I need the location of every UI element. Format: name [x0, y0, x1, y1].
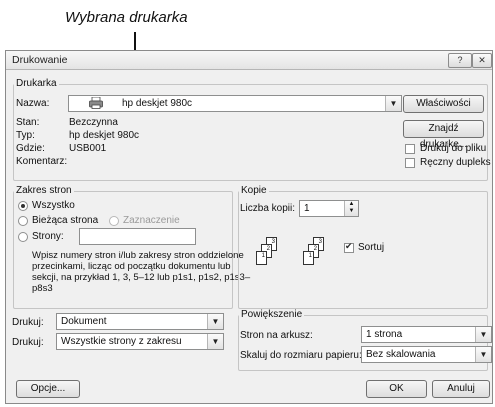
- print-scope-label: Drukuj:: [12, 337, 44, 348]
- pages-per-sheet-label: Stron na arkusz:: [240, 330, 313, 341]
- close-button[interactable]: ✕: [472, 53, 492, 68]
- print-what-label: Drukuj:: [12, 317, 44, 328]
- chevron-down-icon[interactable]: ▼: [207, 314, 223, 329]
- title-bar: Drukowanie ? ✕: [6, 51, 492, 70]
- close-icon: ✕: [478, 55, 486, 65]
- page-icon: 1: [303, 251, 314, 265]
- printer-name-label: Nazwa:: [16, 98, 50, 109]
- chevron-down-icon[interactable]: ▼: [385, 96, 401, 111]
- help-button[interactable]: ?: [448, 53, 472, 68]
- collate-label: Sortuj: [358, 242, 385, 253]
- range-current-label: Bieżąca strona: [32, 215, 99, 226]
- printer-comment-label: Komentarz:: [16, 156, 68, 167]
- range-current-radio[interactable]: [18, 216, 28, 226]
- range-all-radio[interactable]: [18, 201, 28, 211]
- print-scope-select[interactable]: Wszystkie strony z zakresu ▼: [56, 333, 224, 350]
- collate-checkbox[interactable]: [344, 241, 354, 253]
- pages-per-sheet-select[interactable]: 1 strona ▼: [361, 326, 492, 343]
- zoom-group-label: Powiększenie: [239, 309, 305, 320]
- manual-duplex-checkbox[interactable]: [405, 158, 415, 168]
- copies-count-input[interactable]: 1 ▲ ▼: [299, 200, 359, 217]
- properties-button[interactable]: Właściwości: [403, 95, 484, 113]
- find-printer-button[interactable]: Znajdź drukarkę...: [403, 120, 484, 150]
- chevron-down-icon[interactable]: ▼: [475, 327, 491, 342]
- print-to-file-label: Drukuj do pliku: [420, 143, 487, 154]
- window-title: Drukowanie: [12, 54, 68, 66]
- printer-name-select[interactable]: hp deskjet 980c ▼: [68, 95, 402, 112]
- print-scope-value: Wszystkie strony z zakresu: [61, 336, 182, 347]
- copies-group-label: Kopie: [239, 185, 269, 196]
- range-selection-label: Zaznaczenie: [123, 215, 180, 226]
- chevron-down-icon[interactable]: ▼: [207, 334, 223, 349]
- cancel-button[interactable]: Anuluj: [432, 380, 490, 398]
- scale-label: Skaluj do rozmiaru papieru:: [240, 350, 362, 361]
- page-icon: 1: [256, 251, 267, 265]
- printer-name-value: hp deskjet 980c: [122, 98, 193, 109]
- scale-select[interactable]: Bez skalowania ▼: [361, 346, 492, 363]
- copies-count-value: 1: [304, 203, 310, 214]
- chevron-down-icon[interactable]: ▼: [475, 347, 491, 362]
- range-pages-radio[interactable]: [18, 232, 28, 242]
- range-pages-input[interactable]: [79, 228, 196, 245]
- printer-status-value: Bezczynna: [69, 117, 118, 128]
- printer-where-label: Gdzie:: [16, 143, 45, 154]
- print-what-select[interactable]: Dokument ▼: [56, 313, 224, 330]
- callout-label: Wybrana drukarka: [65, 9, 188, 26]
- scale-value: Bez skalowania: [366, 349, 436, 360]
- printer-icon: [89, 97, 103, 109]
- printer-where-value: USB001: [69, 143, 107, 154]
- range-pages-label: Strony:: [32, 231, 64, 242]
- printer-type-label: Typ:: [16, 130, 35, 141]
- print-dialog: Drukowanie ? ✕ Drukarka Nazwa: hp deskje…: [5, 50, 493, 404]
- spin-down-icon: ▼: [348, 208, 355, 214]
- ok-button[interactable]: OK: [366, 380, 427, 398]
- options-button[interactable]: Opcje...: [16, 380, 80, 398]
- range-selection-radio[interactable]: [109, 216, 119, 226]
- manual-duplex-label: Ręczny dupleks: [420, 157, 491, 168]
- range-help-text: Wpisz numery stron i/lub zakresy stron o…: [32, 250, 251, 294]
- range-all-label: Wszystko: [32, 200, 75, 211]
- copies-count-label: Liczba kopii:: [240, 203, 296, 214]
- printer-group-label: Drukarka: [14, 78, 59, 89]
- pages-per-sheet-value: 1 strona: [366, 329, 403, 340]
- printer-status-label: Stan:: [16, 117, 40, 128]
- print-to-file-checkbox[interactable]: [405, 144, 415, 154]
- spin-up-icon: ▲: [348, 201, 355, 207]
- page-range-group-label: Zakres stron: [14, 185, 74, 196]
- help-icon: ?: [457, 55, 463, 65]
- printer-type-value: hp deskjet 980c: [69, 130, 140, 141]
- print-what-value: Dokument: [61, 316, 107, 327]
- copies-spinner[interactable]: ▲ ▼: [344, 201, 358, 216]
